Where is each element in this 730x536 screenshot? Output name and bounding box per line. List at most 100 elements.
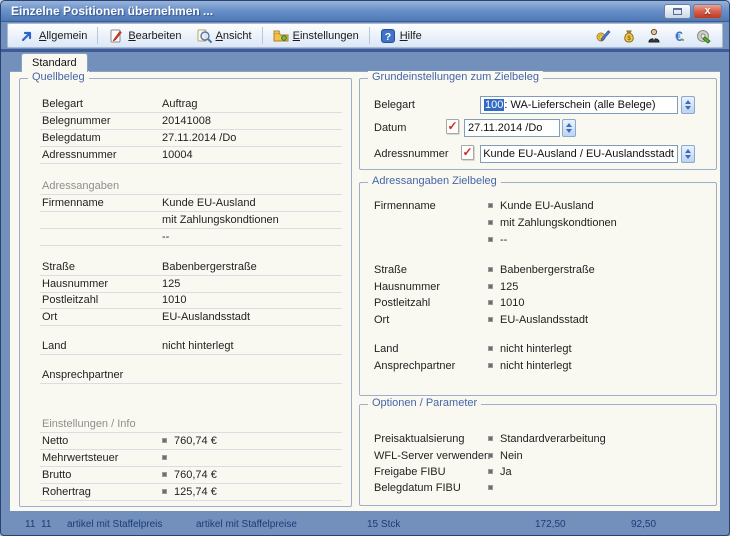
person-icon[interactable]: [646, 28, 662, 44]
table-row: Hausnummer125: [374, 281, 706, 296]
restore-icon: [673, 8, 682, 15]
bullet-icon: [488, 267, 493, 272]
grid-cell: 15 Stck: [367, 519, 400, 529]
toolbar-separator: [97, 27, 98, 44]
package-icon[interactable]: [696, 28, 712, 44]
field-label: Ansprechpartner: [42, 369, 123, 381]
menu-einstellungen[interactable]: Einstellungen: [266, 26, 366, 46]
toolbar-separator: [262, 27, 263, 44]
field-label: Ort: [374, 314, 389, 326]
field-value: 1010: [162, 294, 186, 306]
field-label: Belegart: [374, 99, 415, 111]
field-value: nicht hinterlegt: [500, 360, 572, 372]
bullet-icon: [488, 485, 493, 490]
datum-input[interactable]: 27.11.2014 /Do: [464, 119, 560, 137]
table-row: Land nicht hinterlegt: [374, 343, 706, 358]
money-bag-icon[interactable]: $: [621, 28, 637, 44]
table-row: Freigabe FIBUJa: [374, 466, 706, 481]
table-row: mit Zahlungskondtionen: [40, 213, 342, 229]
table-row: Netto760,74 €: [40, 434, 342, 450]
toolbar-right-icons: $ €: [596, 28, 718, 44]
tab-standard[interactable]: Standard: [21, 53, 88, 72]
group-optionen-parameter: Optionen / Parameter PreisaktualsierungS…: [359, 404, 717, 506]
field-label: Firmenname: [374, 200, 436, 212]
menu-hilfe[interactable]: ? Hilfe: [373, 26, 429, 46]
main-toolbar: Allgemein Bearbeiten Ansicht Einstellung…: [7, 23, 723, 48]
field-label: Datum: [374, 122, 406, 134]
table-row: --: [374, 234, 706, 249]
field-value: Standardverarbeitung: [500, 433, 606, 445]
field-label: Postleitzahl: [374, 297, 430, 309]
table-row: FirmennameKunde EU-Ausland: [40, 196, 342, 212]
datum-spinner[interactable]: [562, 119, 576, 137]
belegart-spinner[interactable]: [681, 96, 695, 114]
edit-page-icon: [108, 28, 124, 44]
menu-bearbeiten[interactable]: Bearbeiten: [101, 26, 188, 46]
field-label: Belegart: [42, 98, 83, 110]
field-label: Ansprechpartner: [374, 360, 455, 372]
bullet-icon: [488, 284, 493, 289]
table-row: --: [40, 230, 342, 246]
field-label: Land: [374, 343, 398, 355]
dialog-window: Einzelne Positionen übernehmen ... x All…: [0, 0, 730, 536]
bullet-icon: [162, 438, 167, 443]
pen-coins-icon[interactable]: [596, 28, 612, 44]
field-value: 760,74 €: [174, 435, 217, 447]
grid-cell: 11: [25, 519, 35, 529]
group-adressangaben-zielbeleg: Adressangaben Zielbeleg FirmennameKunde …: [359, 182, 717, 396]
table-row: Hausnummer125: [40, 277, 342, 293]
datum-check-icon[interactable]: ✓: [446, 119, 459, 134]
bullet-icon: [488, 300, 493, 305]
field-label: Land: [42, 340, 66, 352]
field-value: 10004: [162, 149, 193, 161]
table-row: Ansprechpartner nicht hinterlegt: [374, 360, 706, 375]
table-row: Adressnummer10004: [40, 148, 342, 164]
belegart-select[interactable]: 100 : WA-Lieferschein (alle Belege): [480, 96, 678, 114]
help-icon: ?: [380, 28, 396, 44]
close-icon: x: [704, 5, 710, 17]
field-value: Ja: [500, 466, 512, 478]
bullet-icon: [162, 489, 167, 494]
restore-button[interactable]: [664, 4, 691, 19]
field-value: Nein: [500, 450, 523, 462]
group-title: Quellbeleg: [28, 71, 89, 83]
field-value: EU-Auslandsstadt: [500, 314, 588, 326]
grid-cell: artikel mit Staffelpreis: [67, 519, 162, 529]
field-value: nicht hinterlegt: [500, 343, 572, 355]
adressnummer-select[interactable]: 10004: Kunde EU-Ausland / EU-Auslandssta…: [480, 145, 678, 163]
spin-up-icon: [685, 149, 691, 153]
spin-down-icon: [685, 106, 691, 110]
field-value: 760,74 €: [174, 469, 217, 481]
table-row: Landnicht hinterlegt: [40, 339, 342, 355]
group-title: Optionen / Parameter: [368, 397, 481, 409]
spin-up-icon: [566, 123, 572, 127]
adressnummer-spinner[interactable]: [681, 145, 695, 163]
euro-icon[interactable]: €: [671, 28, 687, 44]
field-label: WFL-Server verwenden: [374, 450, 490, 462]
field-value: Auftrag: [162, 98, 197, 110]
section-header: Einstellungen / Info: [40, 417, 342, 433]
field-value: --: [500, 234, 507, 246]
toolbar-underline: [1, 49, 729, 52]
table-row: Rohertrag125,74 €: [40, 485, 342, 501]
bullet-icon: [488, 220, 493, 225]
menu-ansicht[interactable]: Ansicht: [189, 26, 259, 46]
table-row: Belegart Auftrag: [40, 97, 342, 113]
field-value: 125: [500, 281, 518, 293]
close-button[interactable]: x: [693, 4, 722, 19]
bullet-icon: [162, 455, 167, 460]
bullet-icon: [488, 317, 493, 322]
field-label: Belegdatum: [42, 132, 101, 144]
table-row: WFL-Server verwenden Nein: [374, 450, 706, 465]
grid-cell: artikel mit Staffelpreise: [196, 519, 297, 529]
field-value: Kunde EU-Ausland: [162, 197, 256, 209]
group-grundeinstellungen: Grundeinstellungen zum Zielbeleg Belegar…: [359, 78, 717, 170]
selected-text: 100: [484, 99, 504, 111]
field-value: --: [162, 231, 169, 243]
table-row: Ort EU-Auslandsstadt: [374, 314, 706, 329]
adressnummer-check-icon[interactable]: ✓: [461, 145, 474, 160]
settings-folder-icon: [273, 28, 289, 44]
title-bar[interactable]: Einzelne Positionen übernehmen ... x: [1, 1, 729, 22]
menu-allgemein[interactable]: Allgemein: [12, 26, 94, 46]
table-row: OrtEU-Auslandsstadt: [40, 310, 342, 326]
